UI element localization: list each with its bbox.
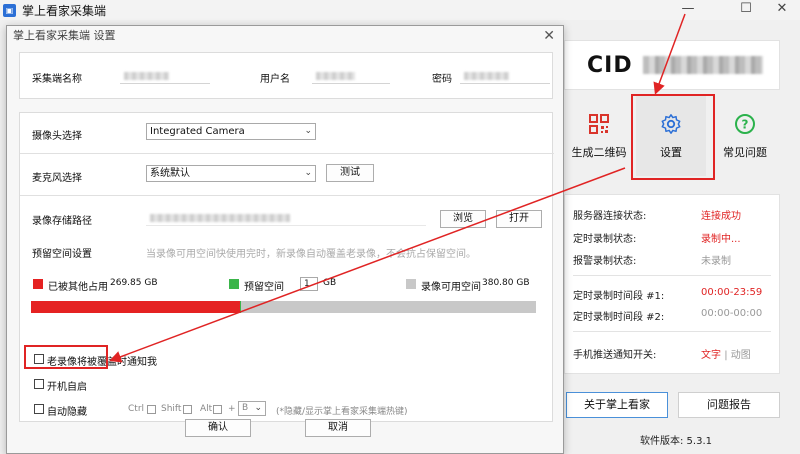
annotation-arrows	[109, 13, 686, 363]
arrow-to-autostart	[109, 167, 626, 363]
arrow-to-settings	[653, 13, 686, 95]
